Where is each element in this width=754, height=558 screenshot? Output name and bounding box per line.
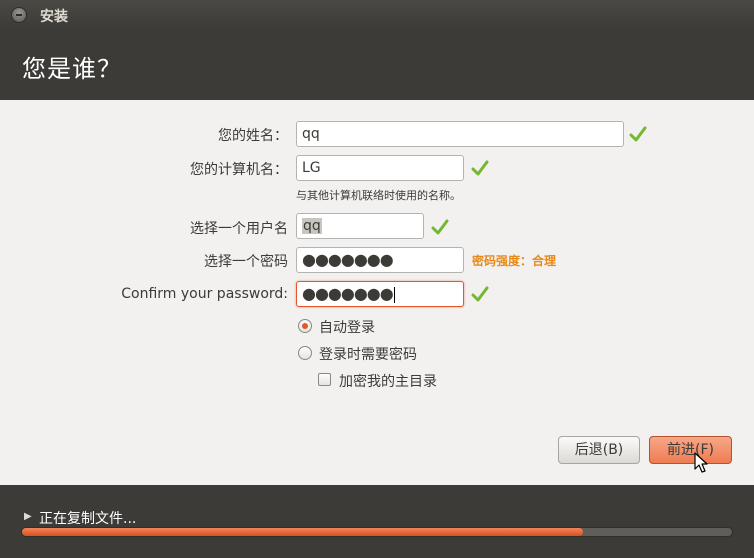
computer-name-hint: 与其他计算机联络时使用的名称。 — [296, 189, 461, 202]
computer-name-label: 您的计算机名： — [190, 162, 288, 178]
password-field[interactable]: ●●●●●●● — [296, 247, 464, 273]
window-titlebar: 安装 — [0, 0, 754, 30]
confirm-password-field[interactable]: ●●●●●●● — [296, 281, 464, 307]
next-button[interactable]: 前进(F) — [649, 436, 732, 464]
progress-bar — [21, 527, 733, 537]
password-label: 选择一个密码 — [204, 254, 288, 270]
progress-bar-fill — [22, 528, 583, 536]
name-value: qq — [302, 126, 320, 142]
window-close-icon[interactable] — [11, 7, 27, 23]
window-title: 安装 — [40, 9, 68, 25]
install-progress-area: ▶ 正在复制文件... — [0, 485, 754, 558]
username-label: 选择一个用户名 — [190, 221, 288, 237]
name-field[interactable]: qq — [296, 121, 624, 147]
checkmark-icon — [431, 219, 449, 235]
mouse-pointer-icon — [694, 452, 708, 473]
auto-login-radio[interactable] — [298, 319, 312, 333]
encrypt-home-checkbox[interactable] — [318, 373, 331, 386]
checkmark-icon — [471, 160, 489, 176]
password-value: ●●●●●●● — [302, 250, 394, 269]
computer-name-field[interactable]: LG — [296, 155, 464, 181]
progress-status[interactable]: 正在复制文件... — [39, 508, 136, 528]
triangle-right-icon[interactable]: ▶ — [24, 511, 32, 522]
checkmark-icon — [629, 126, 647, 142]
name-label: 您的姓名： — [218, 128, 288, 144]
computer-name-value: LG — [302, 160, 321, 176]
page-title: 您是谁？ — [22, 55, 122, 83]
password-strength: 密码强度：合理 — [472, 254, 557, 268]
username-field[interactable]: qq — [296, 213, 424, 239]
back-button[interactable]: 后退(B) — [558, 436, 640, 464]
checkmark-icon — [471, 286, 489, 302]
require-password-label[interactable]: 登录时需要密码 — [319, 344, 417, 364]
confirm-password-label: Confirm your password: — [121, 286, 288, 302]
confirm-password-value: ●●●●●●● — [302, 284, 394, 303]
text-caret — [393, 287, 395, 303]
form-area: 您的姓名： qq 您的计算机名： LG 与其他计算机联络时使用的名称。 选择一个… — [0, 100, 754, 485]
encrypt-home-label[interactable]: 加密我的主目录 — [339, 371, 437, 391]
username-value: qq — [302, 218, 322, 234]
page-header: 您是谁？ — [0, 30, 754, 100]
require-password-radio[interactable] — [298, 346, 312, 360]
auto-login-label[interactable]: 自动登录 — [319, 317, 375, 337]
